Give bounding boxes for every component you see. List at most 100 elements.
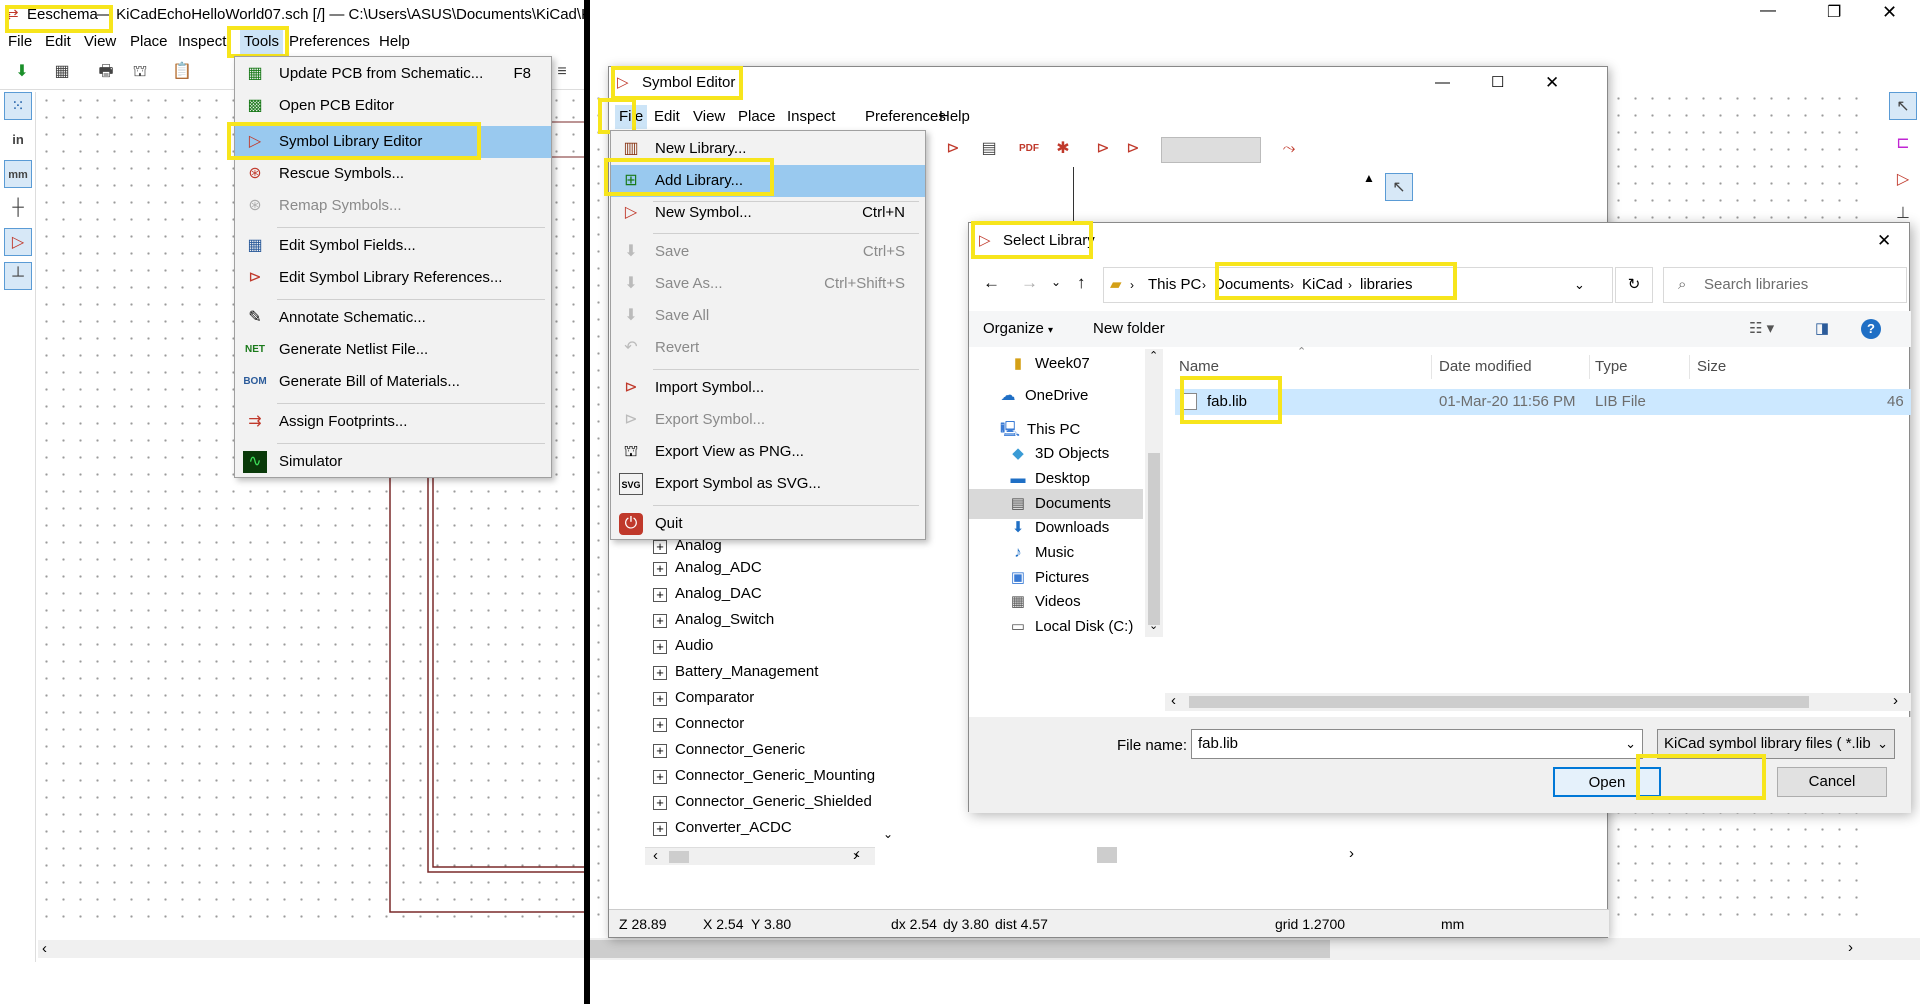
tree-scroll-left-icon[interactable]: ‹ (653, 847, 658, 864)
expand-icon[interactable]: + (653, 540, 667, 554)
search-box[interactable]: ⌕ Search libraries (1663, 267, 1907, 303)
lib-analog-adc[interactable]: + Analog_ADC (645, 555, 762, 581)
dialog-titlebar[interactable]: ▷ Select Library ✕ (969, 223, 1911, 259)
file-scroll-right-icon[interactable]: › (1893, 692, 1898, 709)
file-type-filter[interactable]: KiCad symbol library files ( *.lib ⌄ (1657, 729, 1895, 759)
menu-view[interactable]: View (84, 30, 116, 54)
bg-hscroll-thumb[interactable] (590, 940, 1330, 958)
symbol-editor-close-icon[interactable]: ✕ (1545, 67, 1559, 99)
menu-item-revert[interactable]: ↶ Revert (611, 332, 925, 364)
address-dropdown-icon[interactable]: ⌄ (1574, 268, 1585, 302)
menu-item-export-svg[interactable]: SVG Export Symbol as SVG... (611, 468, 925, 500)
col-date-header[interactable]: Date modified (1439, 349, 1532, 385)
organize-button[interactable]: Organize ▾ (983, 311, 1053, 349)
address-bar[interactable]: ▰ › This PC › Documents › KiCad › librar… (1103, 267, 1613, 303)
bg-highlight-icon[interactable]: ⊏ (1889, 130, 1917, 158)
menu-item-save-as[interactable]: ⬇ Save As... Ctrl+Shift+S (611, 268, 925, 300)
menu-item-export-png[interactable]: ⛫ Export View as PNG... (611, 436, 925, 468)
lib-connector-generic-shielded[interactable]: + Connector_Generic_Shielded (645, 789, 872, 815)
se-hscroll-left-icon[interactable]: ‹ (855, 845, 860, 862)
se-menu-place[interactable]: Place (738, 105, 776, 129)
symbol-editor-maximize-icon[interactable]: ☐ (1491, 67, 1504, 99)
mirror-h-icon[interactable]: ⊳ (1089, 135, 1117, 163)
menu-item-save-all[interactable]: ⬇ Save All (611, 300, 925, 332)
col-divider[interactable] (1589, 355, 1590, 379)
menu-place[interactable]: Place (130, 30, 168, 54)
cursor-shape-icon[interactable]: ┼ (4, 194, 32, 222)
expand-icon[interactable]: + (653, 744, 667, 758)
se-menu-view[interactable]: View (693, 105, 725, 129)
col-type-header[interactable]: Type (1595, 349, 1628, 385)
symbol-editor-minimize-icon[interactable]: — (1435, 67, 1450, 99)
expand-icon[interactable]: + (653, 588, 667, 602)
expand-icon[interactable]: + (653, 796, 667, 810)
breadcrumb-libraries[interactable]: libraries (1360, 268, 1413, 302)
properties-icon[interactable]: ▤ (975, 135, 1003, 163)
se-vscroll-up-icon[interactable]: ▲ (1363, 171, 1375, 185)
nav-week07[interactable]: ▮ Week07 (969, 349, 1090, 379)
cancel-button[interactable]: Cancel (1777, 767, 1887, 797)
bg-restore-icon[interactable]: ❐ (1827, 2, 1841, 22)
expand-icon[interactable]: + (653, 640, 667, 654)
se-menu-edit[interactable]: Edit (654, 105, 680, 129)
menu-item-update-pcb[interactable]: ▦ Update PCB from Schematic... F8 (235, 58, 551, 90)
back-icon[interactable]: ← (983, 273, 1000, 293)
expand-icon[interactable]: + (653, 770, 667, 784)
unit-select[interactable] (1161, 137, 1261, 163)
units-mm-icon[interactable]: mm (4, 160, 32, 188)
breadcrumb-kicad[interactable]: KiCad (1302, 268, 1343, 302)
file-list-hscroll[interactable]: ‹ › (1165, 692, 1911, 711)
nav-vscroll-thumb[interactable] (1148, 453, 1160, 625)
bg-hscroll[interactable]: › (590, 938, 1920, 960)
se-menu-file[interactable]: File (615, 105, 648, 129)
nav-local-disk[interactable]: ▭ Local Disk (C:) (969, 612, 1133, 642)
nav-vscroll[interactable]: ⌃ ⌄ (1145, 349, 1163, 637)
menu-tools[interactable]: Tools (240, 30, 284, 54)
tree-hscroll[interactable]: ‹ › (645, 847, 875, 865)
pdf-icon[interactable]: PDF (1015, 135, 1043, 163)
paste-icon[interactable]: 📋 (168, 58, 196, 86)
pin-table-icon[interactable]: ⊳ (939, 135, 967, 163)
se-hscroll-thumb[interactable] (1097, 847, 1117, 863)
lib-comparator[interactable]: + Comparator (645, 685, 754, 711)
menu-item-quit[interactable]: ⏻ Quit (611, 508, 925, 540)
expand-icon[interactable]: + (653, 692, 667, 706)
grid-toggle-icon[interactable]: ⁙ (4, 92, 32, 120)
print-icon[interactable]: 🖶 (92, 58, 120, 86)
lib-connector-generic-mounting[interactable]: + Connector_Generic_Mounting (645, 763, 875, 789)
nav-scroll-up-icon[interactable]: ⌃ (1149, 349, 1158, 362)
se-menu-inspect[interactable]: Inspect (787, 105, 835, 129)
list-icon[interactable]: ≡ (548, 58, 576, 86)
col-name-header[interactable]: Name (1179, 349, 1219, 385)
menu-item-simulator[interactable]: ∿ Simulator (235, 446, 551, 478)
menu-item-open-pcb[interactable]: ▩ Open PCB Editor (235, 90, 551, 122)
scroll-left-icon[interactable]: ‹ (42, 940, 47, 957)
expand-icon[interactable]: + (653, 614, 667, 628)
menu-item-annotate[interactable]: ✎ Annotate Schematic... (235, 302, 551, 334)
expand-icon[interactable]: + (653, 822, 667, 836)
menu-edit[interactable]: Edit (45, 30, 71, 54)
se-canvas-hscroll[interactable]: ‹ › (849, 843, 1371, 865)
menu-item-symbol-library-editor[interactable]: ▷ Symbol Library Editor (235, 126, 551, 158)
help-icon[interactable]: ? (1861, 319, 1881, 339)
expand-icon[interactable]: + (653, 718, 667, 732)
hidden-pins-icon[interactable]: ▷ (4, 228, 32, 256)
menu-file[interactable]: File (8, 30, 32, 54)
se-menu-help[interactable]: Help (939, 105, 970, 129)
filename-input[interactable]: fab.lib ⌄ (1191, 729, 1643, 759)
menu-item-export-symbol[interactable]: ⊳ Export Symbol... (611, 404, 925, 436)
filter-dropdown-icon[interactable]: ⌄ (1877, 730, 1888, 758)
new-folder-button[interactable]: New folder (1093, 311, 1165, 347)
bg-select-icon[interactable]: ↖ (1889, 92, 1917, 120)
bg-add-symbol-icon[interactable]: ▷ (1889, 166, 1917, 194)
bug-icon[interactable]: ✱ (1049, 135, 1077, 163)
tree-vscroll-down-icon[interactable]: ⌄ (883, 827, 893, 841)
breadcrumb-this-pc[interactable]: This PC (1148, 268, 1201, 302)
menu-item-assign-footprints[interactable]: ⇉ Assign Footprints... (235, 406, 551, 438)
up-icon[interactable]: ↑ (1077, 273, 1086, 293)
se-menu-preferences[interactable]: Preferences (865, 105, 946, 129)
col-divider[interactable] (1689, 355, 1690, 379)
menu-item-remap[interactable]: ⊛ Remap Symbols... (235, 190, 551, 222)
recent-icon[interactable]: ⌄ (1051, 275, 1061, 289)
lib-battery[interactable]: + Battery_Management (645, 659, 818, 685)
